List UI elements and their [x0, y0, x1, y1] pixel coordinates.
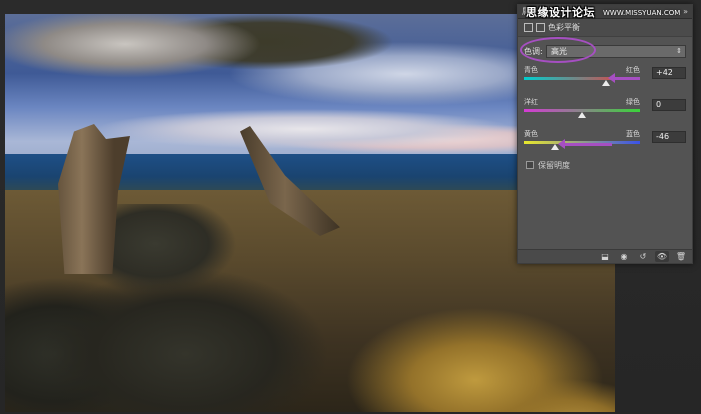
slider-value-input[interactable]: +42	[652, 67, 686, 79]
visibility-eye-icon[interactable]: 👁	[655, 251, 669, 262]
properties-panel: 属性 » 色彩平衡 色调: 高光 ⇕ 青色 红色 +42 洋红 绿色 0 黄色 …	[517, 4, 693, 264]
tone-row: 色调: 高光 ⇕	[520, 37, 686, 63]
clip-to-layer-icon[interactable]: ⬓	[598, 251, 612, 262]
slider-thumb[interactable]	[578, 112, 586, 118]
adjustment-layer-icon	[524, 23, 533, 32]
preserve-luminosity-row: 保留明度	[526, 159, 686, 171]
adjustment-name: 色彩平衡	[548, 23, 580, 32]
view-previous-icon[interactable]: ◉	[617, 251, 631, 262]
slider-left-label: 黄色	[524, 130, 538, 138]
magenta-green-slider: 洋红 绿色 0	[524, 97, 686, 123]
collapse-icon[interactable]: »	[683, 7, 688, 16]
yellow-blue-slider: 黄色 蓝色 -46	[524, 129, 686, 155]
tone-highlight-annotation	[520, 37, 596, 63]
chevron-down-icon: ⇕	[676, 46, 682, 55]
slider-left-label: 洋红	[524, 98, 538, 106]
slider-right-label: 红色	[626, 66, 640, 74]
slider-right-label: 蓝色	[626, 130, 640, 138]
arrow-annotation	[558, 139, 612, 149]
reset-icon[interactable]: ↺	[636, 251, 650, 262]
panel-header: 色彩平衡	[518, 19, 692, 37]
trash-icon[interactable]: 🗑	[674, 251, 688, 262]
slider-left-label: 青色	[524, 66, 538, 74]
panel-footer: ⬓ ◉ ↺ 👁 🗑	[518, 249, 692, 263]
preserve-luminosity-checkbox[interactable]	[526, 161, 534, 169]
watermark-text: 思缘设计论坛	[526, 6, 595, 19]
preserve-luminosity-label: 保留明度	[538, 160, 570, 170]
watermark-url: WWW.MISSYUAN.COM	[603, 9, 681, 17]
slider-right-label: 绿色	[626, 98, 640, 106]
mask-icon[interactable]	[536, 23, 545, 32]
cyan-red-slider: 青色 红色 +42	[524, 65, 686, 91]
slider-value-input[interactable]: -46	[652, 131, 686, 143]
slider-value-input[interactable]: 0	[652, 99, 686, 111]
arrow-annotation	[608, 73, 640, 83]
